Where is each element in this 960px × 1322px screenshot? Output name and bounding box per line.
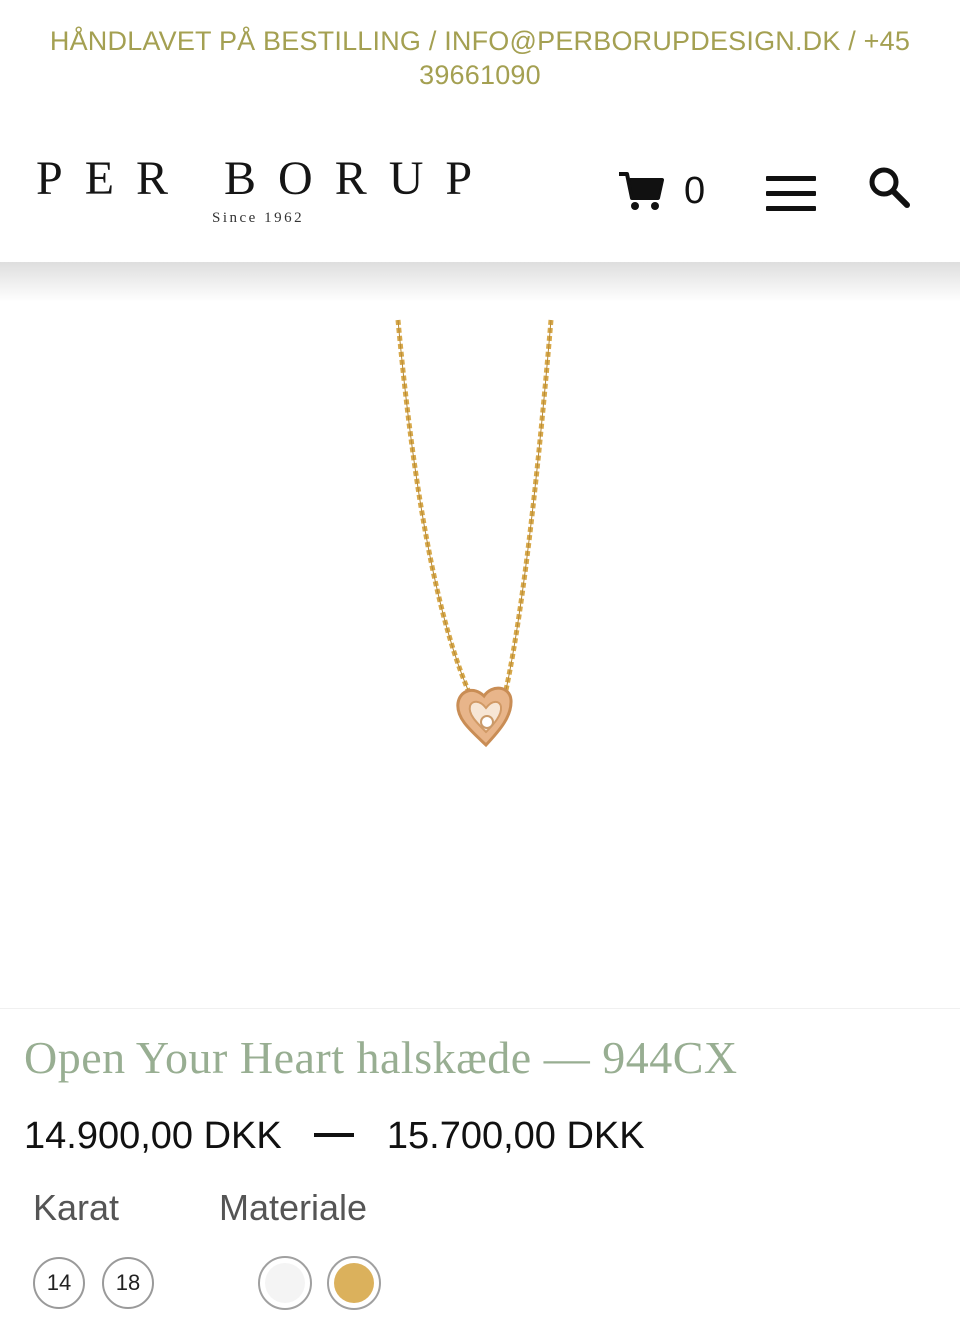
karat-option-18[interactable]: 18 — [102, 1257, 154, 1309]
logo-tagline: Since 1962 — [212, 210, 305, 226]
material-option-white-gold[interactable] — [258, 1256, 312, 1310]
header-shadow — [0, 262, 960, 302]
karat-option-14[interactable]: 14 — [33, 1257, 85, 1309]
product-title: Open Your Heart halskæde — 944CX — [24, 1032, 738, 1083]
white-gold-swatch — [265, 1263, 305, 1303]
search-icon — [869, 167, 910, 208]
hamburger-menu-icon — [766, 191, 816, 196]
top-info-line-2: 39661090 — [419, 60, 541, 90]
material-option-yellow-gold[interactable] — [327, 1256, 381, 1310]
yellow-gold-swatch — [334, 1263, 374, 1303]
price-max: 15.700,00 DKK — [386, 1115, 645, 1157]
karat-label: Karat — [33, 1187, 120, 1228]
price-range: 14.900,00 DKK 15.700,00 DKK — [24, 1115, 645, 1158]
price-dash — [314, 1132, 355, 1137]
hamburger-menu-icon — [766, 176, 816, 181]
price-min: 14.900,00 DKK — [24, 1115, 282, 1157]
top-info-bar: HÅNDLAVET PÅ BESTILLING / INFO@PERBORUPD… — [0, 0, 960, 112]
cart-icon — [619, 172, 664, 210]
logo[interactable]: PER BORUP Since 1962 — [36, 152, 486, 232]
product-image[interactable] — [0, 300, 960, 1000]
hamburger-menu-icon — [766, 206, 816, 211]
product-details: Open Your Heart halskæde — 944CX 14.900,… — [0, 1008, 960, 1322]
cart-count: 0 — [684, 170, 706, 212]
material-label: Materiale — [219, 1187, 368, 1228]
top-info-line-1: HÅNDLAVET PÅ BESTILLING / INFO@PERBORUPD… — [49, 26, 911, 56]
logo-name: PER BORUP — [36, 152, 495, 205]
site-header: PER BORUP Since 1962 0 — [0, 112, 960, 262]
cart-button[interactable]: 0 — [618, 170, 718, 214]
menu-button[interactable] — [766, 176, 818, 214]
search-button[interactable] — [866, 164, 914, 212]
necklace-image — [395, 319, 554, 748]
